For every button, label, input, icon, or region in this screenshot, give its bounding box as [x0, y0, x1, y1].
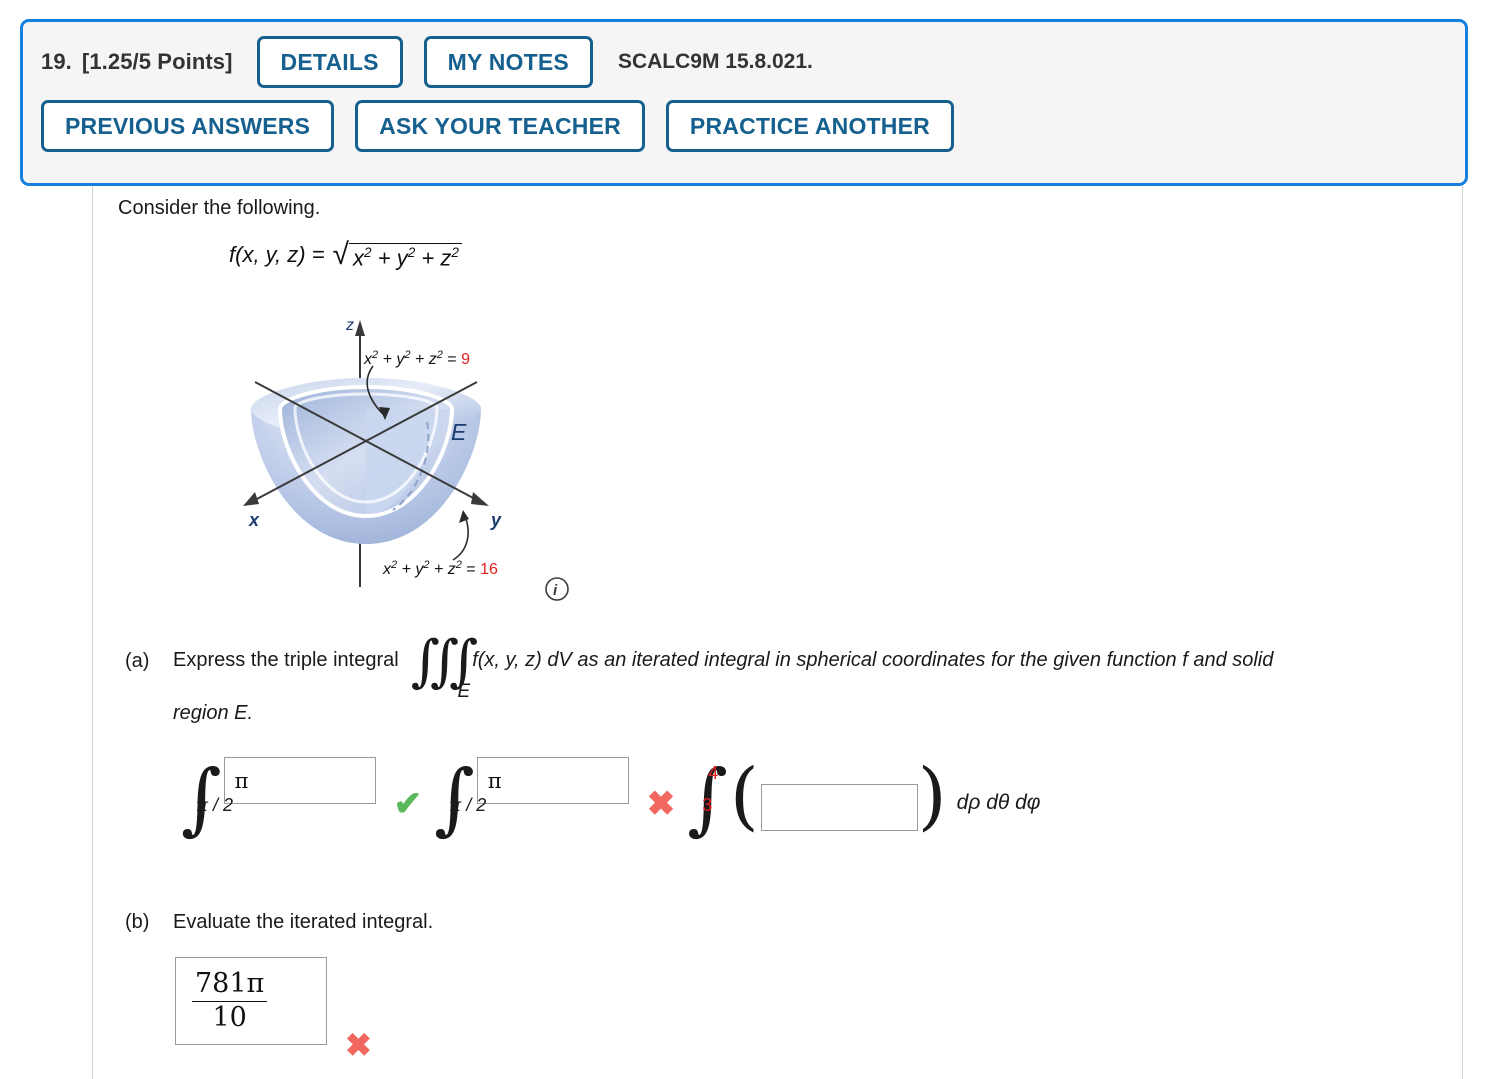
part-a-prompt: Express the triple integral ∫∫∫ Ef(x, y, z… [173, 629, 1274, 702]
integral-3: ∫ 4 3 [687, 757, 728, 838]
part-a-answer-row: ∫ π / 2 ✔ ∫ π / 2 ✖ ∫ 4 3 ( ) dρ dθ dφ [181, 753, 1041, 839]
ask-your-teacher-button[interactable]: ASK YOUR TEACHER [355, 100, 645, 152]
integral-1-lower-limit: π / 2 [196, 795, 234, 816]
svg-text:x2 + y2 + z2 = 16: x2 + y2 + z2 = 16 [382, 559, 498, 578]
integral-3-upper-limit: 4 [708, 763, 719, 783]
integral-2: ∫ π / 2 [434, 757, 629, 838]
integral-2-upper-limit-input[interactable] [476, 757, 629, 804]
previous-answers-button[interactable]: PREVIOUS ANSWERS [41, 100, 335, 152]
part-a-prompt-line2: region E. [173, 702, 254, 724]
outer-arrow-line [452, 515, 469, 561]
svg-text:x2 + y2 + z2 = 9: x2 + y2 + z2 = 9 [363, 349, 470, 368]
radicand-z-exponent: 2 [451, 245, 459, 260]
consider-the-following-text: Consider the following. [118, 197, 321, 219]
fraction-numerator: 781π [192, 969, 268, 1002]
radicand-x-exponent: 2 [364, 245, 372, 260]
solid-shell [251, 378, 481, 544]
y-axis-label: y [490, 510, 502, 530]
z-axis-arrow [355, 320, 365, 336]
radicand: x2 + y2 + z2 [349, 243, 462, 272]
region-label-E: E [451, 419, 467, 445]
header-row-primary: 19. [1.25/5 Points] DETAILS MY NOTES SCA… [41, 36, 1447, 88]
part-b-incorrect-icon: ✖ [345, 1027, 372, 1063]
part-a-text-after: f(x, y, z) dV as an iterated integral in… [472, 649, 1274, 671]
y-axis-arrow [471, 492, 489, 506]
outer-arrow-head [459, 510, 469, 523]
radicand-term-y: y [396, 245, 408, 271]
integral-2-lower-limit: π / 2 [449, 795, 487, 816]
square-root-expression: √ x2 + y2 + z2 [332, 238, 462, 272]
part-a-text-before: Express the triple integral [173, 649, 399, 671]
z-axis-label: z [345, 317, 354, 334]
differentials-label: dρ dθ dφ [956, 791, 1041, 814]
solid-region-figure: z x y E x2 + y2 + z2 = 9 x2 + y2 + z2 = … [233, 304, 593, 604]
details-button[interactable]: DETAILS [256, 36, 403, 88]
question-content: Consider the following. f(x, y, z) = √ x… [0, 186, 1488, 1079]
function-lhs: f(x, y, z) = [229, 242, 325, 267]
fraction-denominator: 10 [212, 1001, 247, 1033]
function-definition: f(x, y, z) = √ x2 + y2 + z2 [229, 238, 462, 272]
fraction-answer: 781π 10 [192, 969, 268, 1033]
problem-code: SCALC9M 15.8.021. [617, 50, 813, 73]
integrand-input[interactable] [760, 784, 918, 831]
info-icon[interactable]: i [545, 577, 569, 601]
content-left-divider [92, 186, 93, 1079]
radicand-y-exponent: 2 [407, 245, 416, 260]
plus-2: + [421, 245, 435, 271]
question-header-panel: 19. [1.25/5 Points] DETAILS MY NOTES SCA… [20, 19, 1468, 186]
integral-3-lower-limit: 3 [702, 795, 713, 816]
integral-1-correct-icon: ✔ [393, 785, 423, 823]
my-notes-button[interactable]: MY NOTES [423, 36, 593, 88]
left-paren: ( [729, 753, 759, 839]
radicand-term-x: x [353, 245, 365, 271]
radicand-term-z: z [440, 245, 452, 271]
part-a-label: (a) [125, 650, 150, 672]
integral-2-incorrect-icon: ✖ [646, 785, 676, 823]
svg-text:i: i [553, 582, 558, 599]
part-b-prompt: Evaluate the iterated integral. [173, 911, 434, 933]
practice-another-button[interactable]: PRACTICE ANOTHER [665, 100, 954, 152]
plus-1: + [377, 245, 391, 271]
right-paren: ) [917, 753, 947, 839]
content-right-divider [1462, 186, 1463, 1079]
x-axis-label: x [248, 510, 260, 530]
integral-1: ∫ π / 2 [181, 757, 376, 838]
radical-icon: √ [332, 238, 350, 271]
part-b-answer-input[interactable]: 781π 10 [175, 957, 327, 1045]
points-badge: [1.25/5 Points] [81, 49, 233, 74]
header-row-secondary: PREVIOUS ANSWERS ASK YOUR TEACHER PRACTI… [41, 100, 1447, 152]
x-axis-arrow [243, 492, 259, 506]
figure-svg: z x y E x2 + y2 + z2 = 9 x2 + y2 + z2 = … [243, 317, 569, 601]
part-b-label: (b) [125, 911, 150, 933]
integral-1-upper-limit-input[interactable] [223, 757, 376, 804]
question-number: 19. [41, 49, 72, 74]
